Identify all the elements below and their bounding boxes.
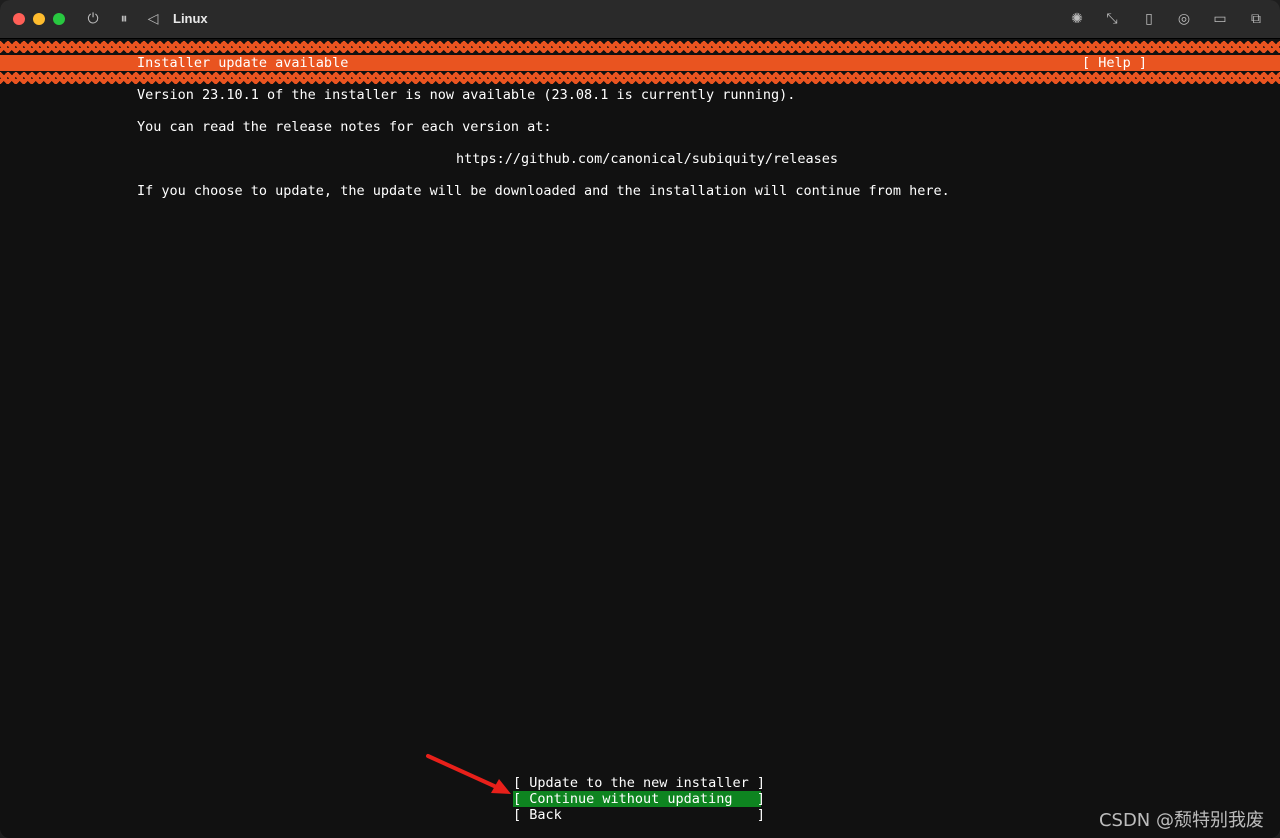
pause-icon[interactable]: ⏸ — [115, 10, 133, 28]
watermark: CSDN @颓特别我废 — [1098, 810, 1264, 831]
continue-without-updating-button[interactable]: [ Continue without updating ] — [513, 791, 765, 807]
header-pattern-top — [0, 41, 1280, 53]
minimize-button[interactable] — [33, 13, 45, 25]
resize-icon[interactable]: ⤡ — [1103, 10, 1121, 28]
brightness-icon[interactable]: ✺ — [1068, 10, 1086, 28]
power-icon[interactable]: ⏻ — [84, 10, 102, 28]
release-notes-text: You can read the release notes for each … — [137, 119, 552, 135]
update-info-text: If you choose to update, the update will… — [137, 183, 950, 199]
close-button[interactable] — [13, 13, 25, 25]
vm-window: ⏻ ⏸ ◁ Linux ✺ ⤡ ▯ ◎ ▭ ⧉ Installer update… — [0, 0, 1280, 838]
maximize-button[interactable] — [53, 13, 65, 25]
version-text: Version 23.10.1 of the installer is now … — [137, 87, 796, 103]
header-pattern-bottom — [0, 72, 1280, 84]
red-arrow-annotation — [426, 754, 511, 794]
update-installer-button[interactable]: [ Update to the new installer ] — [513, 775, 765, 791]
help-button[interactable]: [ Help ] — [1082, 55, 1147, 71]
folder-icon[interactable]: ▭ — [1211, 10, 1229, 28]
installer-screen: Installer update available [ Help ] Vers… — [0, 39, 1280, 838]
usb-icon[interactable]: ▯ — [1140, 10, 1158, 28]
back-icon[interactable]: ◁ — [144, 10, 162, 28]
window-title: Linux — [173, 11, 208, 26]
network-icon[interactable]: ◎ — [1175, 10, 1193, 28]
header-title: Installer update available — [137, 55, 349, 71]
title-bar: ⏻ ⏸ ◁ Linux ✺ ⤡ ▯ ◎ ▭ ⧉ — [0, 0, 1280, 39]
windows-icon[interactable]: ⧉ — [1247, 10, 1265, 28]
back-button[interactable]: [ Back ] — [513, 807, 765, 823]
installer-header: Installer update available [ Help ] — [0, 55, 1280, 71]
release-notes-url: https://github.com/canonical/subiquity/r… — [456, 151, 839, 167]
